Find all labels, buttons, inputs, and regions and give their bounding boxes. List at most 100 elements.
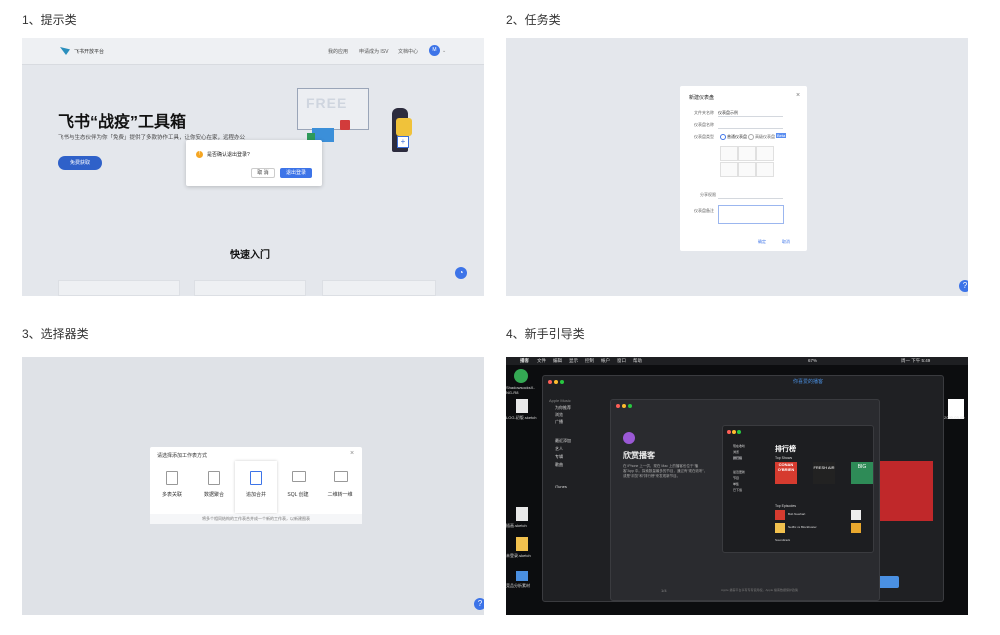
sketch-file-icon[interactable]: [516, 537, 528, 551]
template-thumb[interactable]: [720, 146, 738, 161]
menu-account[interactable]: 帐户: [601, 357, 610, 365]
cancel-button[interactable]: 取 消: [251, 168, 275, 178]
minimize-window-icon[interactable]: [732, 430, 736, 434]
library-artists[interactable]: 艺人: [555, 446, 563, 452]
help-icon[interactable]: ?: [474, 598, 484, 610]
inner-side-shows[interactable]: 节目: [733, 476, 739, 480]
folder-icon[interactable]: [516, 571, 528, 581]
nav-docs[interactable]: 文档中心: [398, 48, 418, 55]
template-thumb[interactable]: [756, 146, 774, 161]
zoom-window-icon[interactable]: [737, 430, 741, 434]
template-thumb[interactable]: [738, 162, 756, 177]
inner-side-downloaded[interactable]: 已下载: [733, 488, 742, 492]
menu-control[interactable]: 控制: [585, 357, 594, 365]
shadowsocks-icon[interactable]: [514, 369, 528, 383]
template-thumb[interactable]: [738, 146, 756, 161]
episode-title[interactable]: Soundtrack: [775, 538, 790, 542]
episode-cover[interactable]: [775, 523, 785, 533]
show-cover[interactable]: CONAN O'BRIEN: [775, 462, 797, 484]
close-icon[interactable]: ×: [796, 92, 800, 99]
zoom-window-icon[interactable]: [628, 404, 632, 408]
type-label: 仪表盘类型: [694, 134, 714, 139]
episode-title[interactable]: Bob Newhart: [788, 512, 805, 516]
dialog-title: 请选择添加工作表方式: [157, 453, 208, 459]
library-songs[interactable]: 歌曲: [555, 462, 563, 468]
chevron-down-icon[interactable]: ⌄: [442, 48, 446, 54]
name-input[interactable]: [718, 128, 783, 129]
quick-card[interactable]: [194, 280, 306, 296]
desktop-item-label: 插画.sketch: [506, 523, 527, 528]
quick-card[interactable]: [58, 280, 180, 296]
inner-side-updated[interactable]: 最近更新: [733, 470, 745, 474]
inner-side-charts[interactable]: 排行榜: [733, 456, 743, 460]
sql-icon: [292, 471, 306, 482]
menu-help[interactable]: 帮助: [633, 357, 642, 365]
avatar[interactable]: M: [429, 45, 440, 56]
ok-button[interactable]: 确定: [758, 239, 766, 245]
inner-side-episodes[interactable]: 单集: [733, 482, 739, 486]
sidebar-item-for-you[interactable]: 为你推荐: [555, 405, 571, 411]
menu-file[interactable]: 文件: [537, 357, 546, 365]
episode-cover[interactable]: [851, 523, 861, 533]
desktop-item-label: ShadowsocksX-NG-R8: [506, 385, 535, 395]
inner-side-browse[interactable]: 浏览: [733, 450, 739, 454]
top-shows-heading: Top Shows: [775, 456, 793, 460]
episode-title[interactable]: Netflix vs Blockbuster: [788, 525, 817, 529]
sketch-file-icon[interactable]: [516, 399, 528, 413]
sketch-file-icon[interactable]: [516, 507, 528, 521]
show-cover[interactable]: FRESH AIR: [813, 462, 835, 484]
mac-menubar: 播客 文件 编辑 显示 控制 帐户 窗口 帮助 67% 周一 下午 5:49: [506, 357, 968, 365]
share-input[interactable]: [718, 198, 783, 199]
template-thumb[interactable]: [720, 162, 738, 177]
close-icon[interactable]: ×: [350, 450, 354, 457]
unpivot-icon: [334, 471, 348, 482]
folder-label: 文件夹名称: [694, 110, 714, 115]
radio-advanced-label: 高级仪表盘: [755, 134, 775, 139]
option-label: 二维转一维: [327, 492, 353, 498]
help-icon[interactable]: ?: [959, 280, 968, 292]
menu-window[interactable]: 窗口: [617, 357, 626, 365]
nav-become-isv[interactable]: 申请成为 ISV: [359, 48, 388, 55]
episode-cover[interactable]: [851, 510, 861, 520]
desc-textarea[interactable]: [718, 205, 784, 224]
support-chat-icon[interactable]: ◔: [455, 267, 467, 279]
radio-normal[interactable]: [720, 134, 726, 140]
radio-advanced[interactable]: [748, 134, 754, 140]
menu-podcasts[interactable]: 播客: [520, 357, 529, 365]
menu-edit[interactable]: 编辑: [553, 357, 562, 365]
episode-cover[interactable]: [775, 510, 785, 520]
option-aggregate[interactable]: 数据聚合: [193, 461, 235, 513]
cancel-button[interactable]: 取消: [782, 239, 790, 245]
template-thumb[interactable]: [756, 162, 774, 177]
nav-my-apps[interactable]: 我的应用: [328, 48, 348, 55]
join-icon: [166, 471, 178, 485]
sidebar-item-browse[interactable]: 浏览: [555, 412, 563, 418]
option-unpivot[interactable]: 二维转一维: [319, 461, 361, 513]
zoom-window-icon[interactable]: [560, 380, 564, 384]
library-recent[interactable]: 最近添加: [555, 438, 571, 444]
logout-button[interactable]: 退出登录: [280, 168, 312, 178]
show-cover[interactable]: BIG: [851, 462, 873, 484]
close-window-icon[interactable]: [548, 380, 552, 384]
quick-card[interactable]: [322, 280, 436, 296]
window-title: 你喜爱的播客: [793, 379, 824, 385]
option-append-merge[interactable]: 追加合并: [235, 461, 277, 513]
minimize-window-icon[interactable]: [554, 380, 558, 384]
logout-confirm-dialog: ! 是否确认退出登录? 取 消 退出登录: [186, 140, 322, 186]
beta-badge: Beta: [776, 133, 787, 138]
minimize-window-icon[interactable]: [622, 404, 626, 408]
inner-side-now[interactable]: 现在收听: [733, 444, 745, 448]
name-label: 仪表盘名称: [694, 122, 714, 127]
aggregate-icon: [208, 471, 220, 485]
feishu-logo-icon: [60, 47, 70, 55]
option-sql[interactable]: SQL 创建: [277, 461, 319, 513]
close-window-icon[interactable]: [727, 430, 731, 434]
close-window-icon[interactable]: [616, 404, 620, 408]
library-albums[interactable]: 专辑: [555, 454, 563, 460]
sidebar-item-radio[interactable]: 广播: [555, 419, 563, 425]
menu-view[interactable]: 显示: [569, 357, 578, 365]
option-multi-join[interactable]: 多表关联: [151, 461, 193, 513]
itunes-store[interactable]: iTunes: [555, 484, 567, 489]
option-label: 多表关联: [161, 492, 182, 498]
free-get-button[interactable]: 免费获取: [58, 156, 102, 170]
